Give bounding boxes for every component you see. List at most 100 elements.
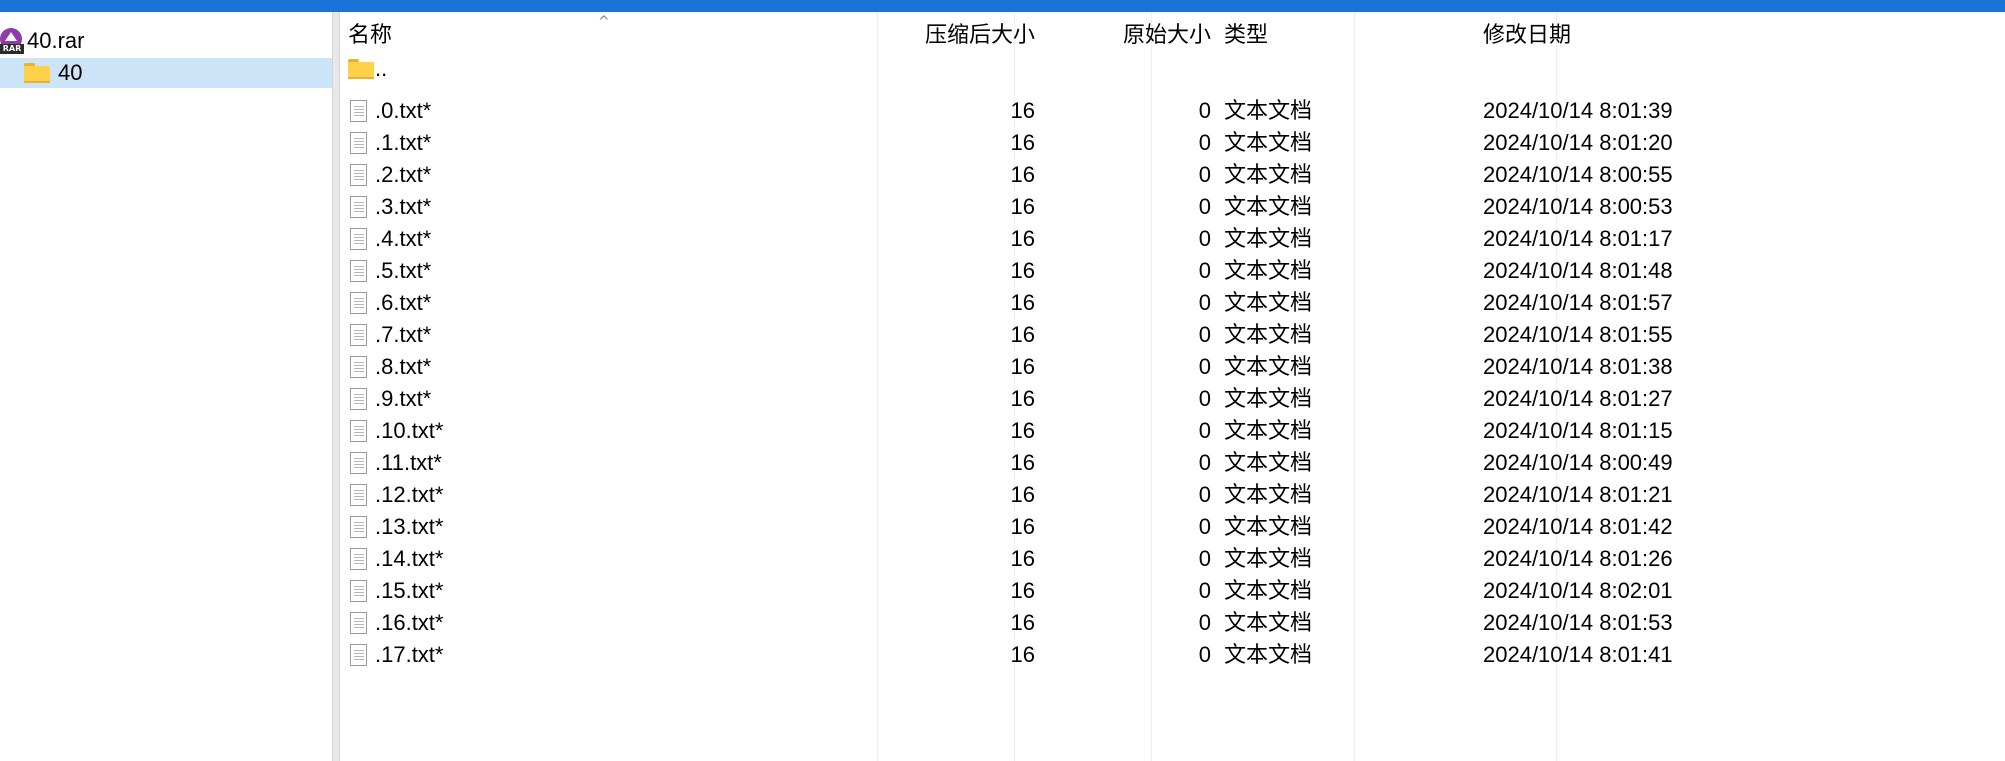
file-list-pane: ^ 名称 压缩后大小 原始大小 类型 修改日期 .. .0.txt* 16 0 文本文… [340,12,2005,761]
file-name: .11.txt* [375,450,442,475]
file-modified: 2024/10/14 8:00:53 [1483,194,1673,219]
file-modified: 2024/10/14 8:01:21 [1483,482,1673,507]
text-file-icon [350,644,367,666]
file-name: .16.txt* [375,610,444,635]
parent-folder-row[interactable]: .. [340,53,1740,85]
file-row[interactable]: .2.txt* 16 0 文本文档 2024/10/14 8:00:55 [340,159,1740,191]
window-title-bar [0,0,2005,12]
file-size: 0 [1198,546,1211,571]
tree-item-folder-40[interactable]: 40 [0,58,332,88]
file-packed-size: 16 [1010,322,1035,347]
file-type: 文本文档 [1224,162,1313,187]
file-packed-size: 16 [1010,642,1035,667]
file-modified: 2024/10/14 8:01:39 [1483,98,1673,123]
file-name: .7.txt* [375,322,432,347]
text-file-icon [350,484,367,506]
file-size: 0 [1198,322,1211,347]
text-file-icon [350,388,367,410]
file-type: 文本文档 [1224,354,1313,379]
file-packed-size: 16 [1010,610,1035,635]
file-row[interactable]: .6.txt* 16 0 文本文档 2024/10/14 8:01:57 [340,287,1740,319]
file-packed-size: 16 [1010,546,1035,571]
file-row[interactable]: .4.txt* 16 0 文本文档 2024/10/14 8:01:17 [340,223,1740,255]
file-modified: 2024/10/14 8:01:53 [1483,610,1673,635]
file-size: 0 [1198,610,1211,635]
text-file-icon [350,324,367,346]
file-packed-size: 16 [1010,450,1035,475]
file-name: .12.txt* [375,482,444,507]
file-name: .13.txt* [375,514,444,539]
column-header-size[interactable]: 原始大小 [1040,20,1211,50]
file-row[interactable]: .15.txt* 16 0 文本文档 2024/10/14 8:02:01 [340,575,1740,607]
file-row[interactable]: .14.txt* 16 0 文本文档 2024/10/14 8:01:26 [340,543,1740,575]
file-row[interactable]: .0.txt* 16 0 文本文档 2024/10/14 8:01:39 [340,95,1740,127]
file-row[interactable]: .16.txt* 16 0 文本文档 2024/10/14 8:01:53 [340,607,1740,639]
column-header-modified[interactable]: 修改日期 [1483,20,1571,50]
file-row[interactable]: .5.txt* 16 0 文本文档 2024/10/14 8:01:48 [340,255,1740,287]
file-name: .8.txt* [375,354,432,379]
file-size: 0 [1198,450,1211,475]
file-row[interactable]: .12.txt* 16 0 文本文档 2024/10/14 8:01:21 [340,479,1740,511]
sort-ascending-icon: ^ [598,14,610,30]
tree-item-archive[interactable]: RAR 40.rar [0,26,332,56]
file-size: 0 [1198,578,1211,603]
text-file-icon [350,516,367,538]
column-header-name[interactable]: 名称 [348,20,392,50]
file-packed-size: 16 [1010,354,1035,379]
file-size: 0 [1198,290,1211,315]
file-size: 0 [1198,194,1211,219]
text-file-icon [350,164,367,186]
file-modified: 2024/10/14 8:01:57 [1483,290,1673,315]
file-row[interactable]: .10.txt* 16 0 文本文档 2024/10/14 8:01:15 [340,415,1740,447]
file-row[interactable]: .9.txt* 16 0 文本文档 2024/10/14 8:01:27 [340,383,1740,415]
rar-tag-label: RAR [0,44,24,54]
pane-splitter[interactable] [332,12,340,761]
file-type: 文本文档 [1224,450,1313,475]
file-type: 文本文档 [1224,546,1313,571]
file-row[interactable]: .13.txt* 16 0 文本文档 2024/10/14 8:01:42 [340,511,1740,543]
file-name: .9.txt* [375,386,432,411]
file-name: .14.txt* [375,546,444,571]
folder-icon [348,59,374,79]
file-packed-size: 16 [1010,162,1035,187]
file-type: 文本文档 [1224,194,1313,219]
file-size: 0 [1198,418,1211,443]
parent-folder-label: .. [375,56,388,81]
file-type: 文本文档 [1224,98,1313,123]
file-name: .3.txt* [375,194,432,219]
file-type: 文本文档 [1224,418,1313,443]
file-name: .1.txt* [375,130,432,155]
file-size: 0 [1198,514,1211,539]
file-row[interactable]: .7.txt* 16 0 文本文档 2024/10/14 8:01:55 [340,319,1740,351]
rar-archive-icon: RAR [0,28,24,54]
file-size: 0 [1198,162,1211,187]
file-size: 0 [1198,130,1211,155]
file-size: 0 [1198,354,1211,379]
file-packed-size: 16 [1010,290,1035,315]
file-name: .6.txt* [375,290,432,315]
file-type: 文本文档 [1224,386,1313,411]
folder-icon [24,63,50,83]
column-header-packed-size[interactable]: 压缩后大小 [840,20,1035,50]
file-row[interactable]: .8.txt* 16 0 文本文档 2024/10/14 8:01:38 [340,351,1740,383]
file-type: 文本文档 [1224,258,1313,283]
file-modified: 2024/10/14 8:01:17 [1483,226,1673,251]
file-name: .0.txt* [375,98,432,123]
file-name: .15.txt* [375,578,444,603]
file-modified: 2024/10/14 8:01:48 [1483,258,1673,283]
file-row[interactable]: .3.txt* 16 0 文本文档 2024/10/14 8:00:53 [340,191,1740,223]
file-packed-size: 16 [1010,98,1035,123]
column-header-type[interactable]: 类型 [1224,20,1268,50]
file-row[interactable]: .1.txt* 16 0 文本文档 2024/10/14 8:01:20 [340,127,1740,159]
file-type: 文本文档 [1224,514,1313,539]
file-packed-size: 16 [1010,482,1035,507]
file-modified: 2024/10/14 8:00:49 [1483,450,1673,475]
text-file-icon [350,100,367,122]
file-size: 0 [1198,258,1211,283]
file-name: .10.txt* [375,418,444,443]
file-size: 0 [1198,642,1211,667]
file-type: 文本文档 [1224,642,1313,667]
file-packed-size: 16 [1010,130,1035,155]
file-row[interactable]: .11.txt* 16 0 文本文档 2024/10/14 8:00:49 [340,447,1740,479]
file-row[interactable]: .17.txt* 16 0 文本文档 2024/10/14 8:01:41 [340,639,1740,671]
